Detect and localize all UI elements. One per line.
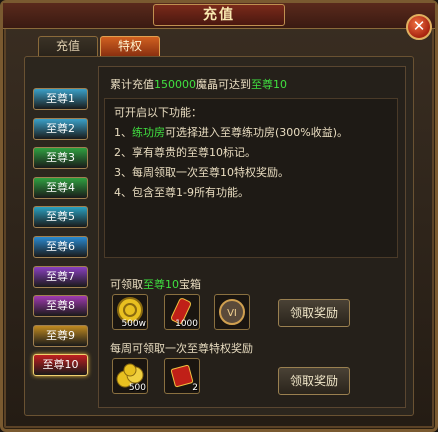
requirement-prefix: 累计充值 <box>110 78 154 91</box>
item-count: 500 <box>128 383 146 393</box>
vip-level-button[interactable]: 至尊1 <box>33 88 88 110</box>
item-count: 1000 <box>175 319 198 329</box>
weekly-label: 每周可领取一次至尊特权奖励 <box>110 342 253 355</box>
feature-num: 1、 <box>114 126 132 139</box>
item-count: 500w <box>121 319 146 329</box>
tab-recharge[interactable]: 充值 <box>38 36 98 56</box>
feature-highlight[interactable]: 练功房 <box>132 126 165 139</box>
vip-level-button[interactable]: 至尊9 <box>33 324 88 347</box>
weekly-item-package[interactable]: 2 <box>164 358 200 394</box>
feature-text: 包含至尊1-9所有功能。 <box>132 186 249 199</box>
vip-badge-icon: VI <box>219 299 245 325</box>
vip-badge-text: VI <box>227 308 237 319</box>
feature-num: 2、 <box>114 146 132 159</box>
feature-text: 享有尊贵的至尊10标记。 <box>132 146 256 159</box>
feature-item: 3、每周领取一次至尊10特权奖励。 <box>114 164 289 180</box>
feature-text: 每周领取一次至尊10特权奖励。 <box>132 166 289 179</box>
item-count: 2 <box>192 383 198 393</box>
features-title: 可开启以下功能： <box>114 106 202 119</box>
reward-item-vip[interactable]: VI <box>214 294 250 330</box>
feature-item: 2、享有尊贵的至尊10标记。 <box>114 144 256 160</box>
chest-level: 至尊10 <box>143 278 179 291</box>
requirement-amount: 150000 <box>154 78 196 91</box>
vip-level-button[interactable]: 至尊6 <box>33 236 88 258</box>
weekly-item-gold[interactable]: 500 <box>112 358 148 394</box>
title-bar: 充值 <box>3 3 435 29</box>
reward-item-gold[interactable]: 500w <box>112 294 148 330</box>
close-button[interactable]: ✕ <box>406 14 432 40</box>
claim-chest-button[interactable]: 领取奖励 <box>278 299 350 327</box>
chest-suffix: 宝箱 <box>179 278 201 291</box>
feature-num: 4、 <box>114 186 132 199</box>
requirement-line: 累计充值150000魔晶可达到至尊10 <box>110 76 287 92</box>
feature-num: 3、 <box>114 166 132 179</box>
vip-level-button[interactable]: 至尊3 <box>33 147 88 170</box>
vip-level-button[interactable]: 至尊5 <box>33 206 88 229</box>
chest-prefix: 可领取 <box>110 278 143 291</box>
reward-item-scroll[interactable]: 1000 <box>164 294 200 330</box>
vip-level-button[interactable]: 至尊10 <box>33 354 88 377</box>
close-icon: ✕ <box>412 17 426 35</box>
requirement-level: 至尊10 <box>251 78 287 91</box>
vip-level-button[interactable]: 至尊2 <box>33 117 88 140</box>
requirement-middle: 魔晶可达到 <box>196 78 251 91</box>
vip-level-button[interactable]: 至尊8 <box>33 295 88 318</box>
window-title: 充值 <box>153 4 285 26</box>
chest-label: 可领取至尊10宝箱 <box>110 276 201 292</box>
feature-item: 1、练功房可选择进入至尊练功房(300%收益)。 <box>114 124 348 140</box>
vip-level-button[interactable]: 至尊4 <box>33 176 88 199</box>
vip-level-button[interactable]: 至尊7 <box>33 265 88 288</box>
feature-item: 4、包含至尊1-9所有功能。 <box>114 184 249 200</box>
claim-weekly-button[interactable]: 领取奖励 <box>278 367 350 395</box>
tab-privilege[interactable]: 特权 <box>100 36 160 56</box>
feature-text: 可选择进入至尊练功房(300%收益)。 <box>165 126 349 139</box>
